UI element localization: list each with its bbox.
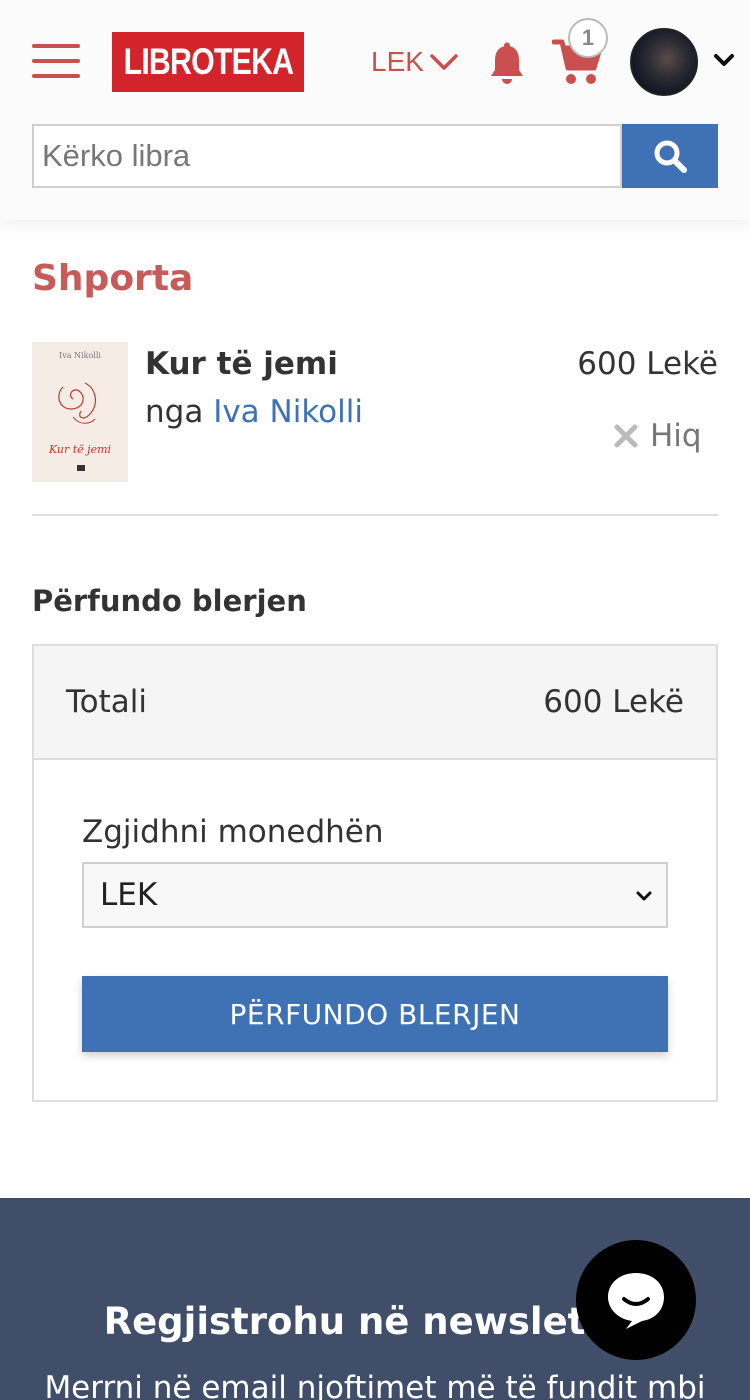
bell-icon[interactable] (488, 42, 526, 86)
currency-select-label: Zgjidhni monedhën (82, 814, 384, 850)
book-cover[interactable]: Iva Nikolli Kur të jemi (32, 342, 128, 482)
currency-selected-value: LEK (100, 877, 158, 913)
checkout-summary: Totali 600 Lekë Zgjidhni monedhën LEK PË… (32, 644, 718, 1102)
total-label: Totali (66, 684, 148, 720)
total-row: Totali 600 Lekë (34, 646, 716, 760)
menu-icon[interactable] (32, 44, 80, 80)
currency-switcher[interactable]: LEK (371, 42, 458, 82)
checkout-title: Përfundo blerjen (32, 584, 307, 618)
search-icon (654, 140, 687, 173)
page-title: Shporta (32, 258, 194, 299)
chat-icon (608, 1273, 664, 1329)
search-button[interactable] (622, 124, 718, 188)
cover-illustration (58, 382, 96, 471)
checkout-button[interactable]: PËRFUNDO BLERJEN (82, 976, 668, 1052)
cart-item-title[interactable]: Kur të jemi (145, 346, 338, 382)
cart-item-price: 600 Lekë (577, 346, 718, 382)
header: LIBROTEKA LEK 1 (0, 0, 750, 220)
newsletter-text: Merrni në email njoftimet më të fundit m… (44, 1370, 706, 1400)
currency-label: LEK (371, 46, 424, 77)
divider (32, 514, 718, 516)
logo[interactable]: LIBROTEKA (112, 32, 304, 92)
logo-text: LIBROTEKA (123, 41, 293, 82)
search-input[interactable] (32, 124, 622, 188)
cart-count-badge: 1 (568, 18, 608, 58)
chat-button[interactable] (576, 1240, 696, 1360)
chevron-down-icon (430, 54, 458, 70)
cart-item-author-line: nga Iva Nikolli (145, 394, 363, 430)
currency-select[interactable]: LEK (82, 862, 668, 928)
total-value: 600 Lekë (543, 684, 684, 720)
by-label: nga (145, 394, 204, 430)
chevron-down-icon[interactable] (712, 50, 736, 70)
cover-title: Kur të jemi (48, 443, 112, 456)
remove-item-button[interactable]: Hiq (614, 418, 702, 454)
close-icon (614, 424, 638, 448)
remove-label: Hiq (650, 418, 702, 454)
chevron-down-icon (636, 891, 652, 901)
author-link[interactable]: Iva Nikolli (213, 394, 363, 430)
avatar[interactable] (630, 28, 698, 96)
